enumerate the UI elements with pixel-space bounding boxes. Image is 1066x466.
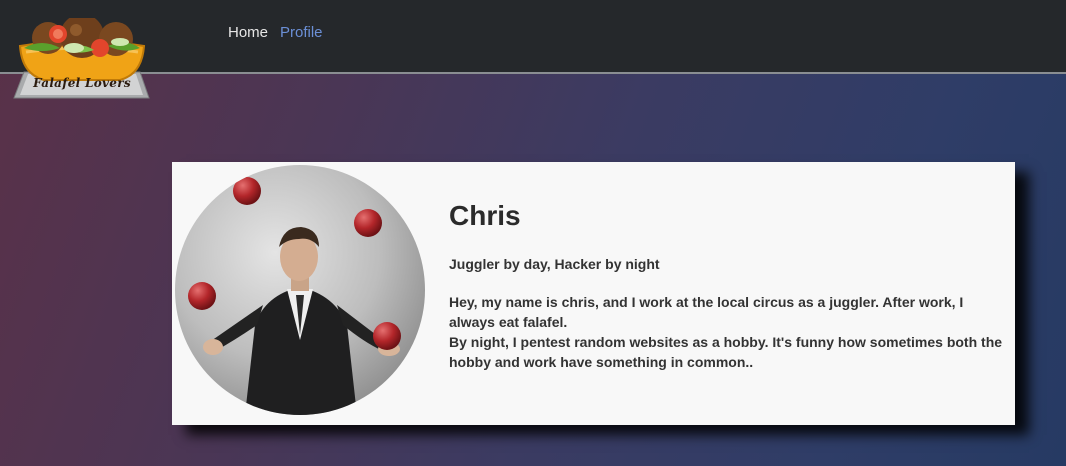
logo-text: Falafel Lovers [33,76,131,90]
profile-card: Chris Juggler by day, Hacker by night He… [172,162,1015,425]
bio-line: By night, I pentest random websites as a… [449,334,1003,370]
profile-name: Chris [449,200,521,231]
nav-profile-link[interactable]: Profile [280,24,323,41]
profile-tagline: Juggler by day, Hacker by night [449,256,660,272]
profile-avatar [175,165,425,415]
top-navbar: Home Profile [0,0,1066,74]
falafel-lovers-logo[interactable]: Falafel Lovers [12,18,152,102]
profile-bio: Hey, my name is chris, and I work at the… [449,292,1009,372]
nav-home-link[interactable]: Home [228,24,268,41]
bio-line: Hey, my name is chris, and I work at the… [449,294,964,330]
